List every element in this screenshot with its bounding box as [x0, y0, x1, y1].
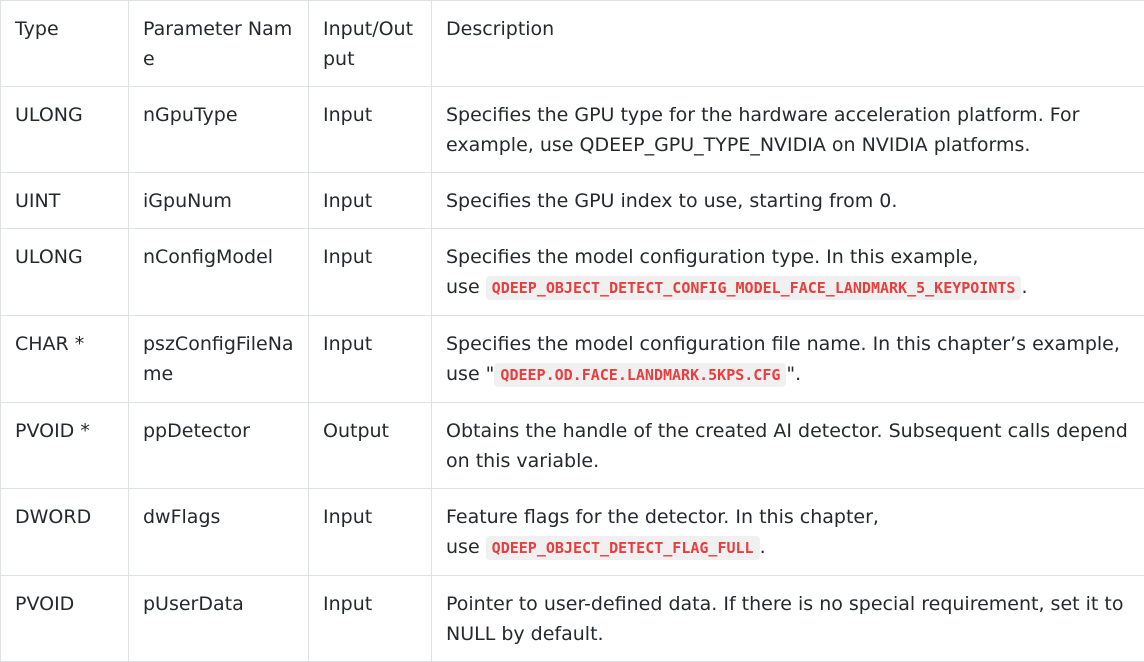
cell-input-output: Input [309, 229, 432, 316]
cell-description: Pointer to user-defined data. If there i… [432, 576, 1144, 662]
cell-parameter-name: nConfigModel [129, 229, 309, 316]
table-row: PVOID pUserData Input Pointer to user-de… [1, 576, 1144, 662]
inline-code: QDEEP_OBJECT_DETECT_CONFIG_MODEL_FACE_LA… [486, 276, 1022, 300]
cell-parameter-name: ppDetector [129, 403, 309, 489]
description-text: . [1021, 276, 1027, 298]
table-header-row: Type Parameter Name Input/Output Descrip… [1, 1, 1144, 87]
table-row: UINT iGpuNum Input Specifies the GPU ind… [1, 173, 1144, 229]
inline-code: QDEEP_OBJECT_DETECT_FLAG_FULL [486, 536, 760, 560]
cell-parameter-name: pUserData [129, 576, 309, 662]
cell-parameter-name: dwFlags [129, 489, 309, 576]
description-text: use [446, 536, 486, 558]
cell-description: Specifies the model configuration file n… [432, 316, 1144, 403]
cell-description: Specifies the model configuration type. … [432, 229, 1144, 316]
cell-type: UINT [1, 173, 129, 229]
cell-description: Specifies the GPU type for the hardware … [432, 87, 1144, 173]
header-description: Description [432, 1, 1144, 87]
table-row: DWORD dwFlags Input Feature flags for th… [1, 489, 1144, 576]
cell-type: ULONG [1, 87, 129, 173]
cell-type: PVOID [1, 576, 129, 662]
parameter-table: Type Parameter Name Input/Output Descrip… [0, 0, 1144, 662]
header-parameter-name: Parameter Name [129, 1, 309, 87]
cell-type: CHAR * [1, 316, 129, 403]
cell-type: DWORD [1, 489, 129, 576]
cell-input-output: Input [309, 489, 432, 576]
cell-parameter-name: pszConfigFileName [129, 316, 309, 403]
table-row: ULONG nConfigModel Input Specifies the m… [1, 229, 1144, 316]
cell-type: ULONG [1, 229, 129, 316]
cell-input-output: Input [309, 316, 432, 403]
cell-type: PVOID * [1, 403, 129, 489]
cell-parameter-name: iGpuNum [129, 173, 309, 229]
cell-input-output: Input [309, 173, 432, 229]
table-row: CHAR * pszConfigFileName Input Specifies… [1, 316, 1144, 403]
cell-description: Specifies the GPU index to use, starting… [432, 173, 1144, 229]
cell-input-output: Output [309, 403, 432, 489]
inline-code: QDEEP.OD.FACE.LANDMARK.5KPS.CFG [494, 363, 786, 387]
cell-description: Obtains the handle of the created AI det… [432, 403, 1144, 489]
table-row: ULONG nGpuType Input Specifies the GPU t… [1, 87, 1144, 173]
table-row: PVOID * ppDetector Output Obtains the ha… [1, 403, 1144, 489]
description-text: ". [786, 363, 801, 385]
cell-description: Feature flags for the detector. In this … [432, 489, 1144, 576]
header-type: Type [1, 1, 129, 87]
header-input-output: Input/Output [309, 1, 432, 87]
description-text: . [760, 536, 766, 558]
cell-input-output: Input [309, 87, 432, 173]
description-text: Specifies the model configuration type. … [446, 246, 978, 268]
description-text: use [446, 276, 486, 298]
description-text: Feature flags for the detector. In this … [446, 506, 879, 528]
cell-parameter-name: nGpuType [129, 87, 309, 173]
cell-input-output: Input [309, 576, 432, 662]
